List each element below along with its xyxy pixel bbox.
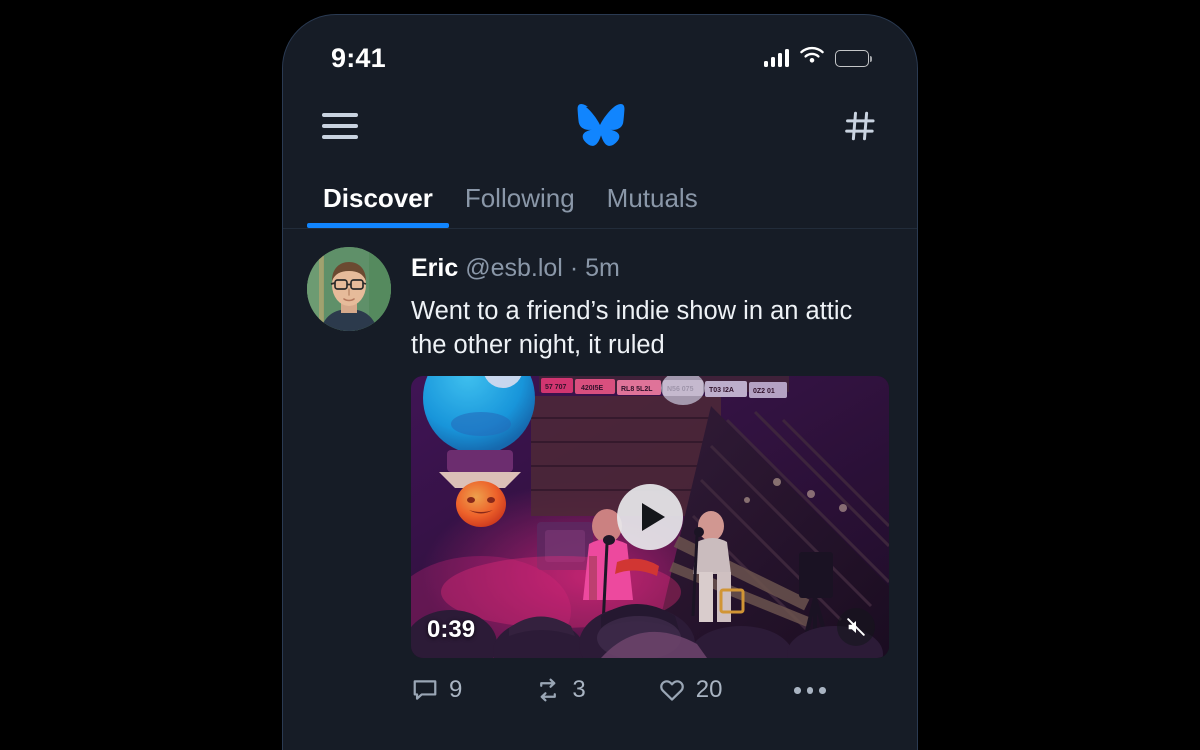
status-bar: 9:41 [283, 15, 917, 87]
heart-icon [659, 680, 684, 701]
avatar[interactable] [307, 247, 391, 331]
bluesky-butterfly-logo [367, 103, 833, 149]
status-bar-icons [764, 46, 872, 70]
cellular-bars-icon [764, 49, 789, 67]
post-item: Eric @esb.lol · 5m Went to a friend’s in… [283, 229, 917, 704]
app-header [283, 87, 917, 165]
play-triangle [641, 503, 665, 532]
post-actions: 9 3 20 [411, 658, 893, 704]
repost-count: 3 [572, 676, 586, 704]
like-count: 20 [695, 676, 723, 704]
header-separator: · [569, 254, 579, 282]
avatar-image [307, 247, 391, 331]
repost-icon [540, 678, 557, 702]
wifi-icon [799, 46, 825, 70]
ellipsis-icon [794, 687, 826, 694]
feed-tabs: Discover Following Mutuals [283, 165, 917, 229]
video-player[interactable]: 57 707 420I5E RL8 5L2L N56 075 T03 I2A 0… [411, 376, 889, 659]
video-duration: 0:39 [427, 616, 476, 644]
tab-discover[interactable]: Discover [307, 183, 449, 228]
repost-button[interactable]: 3 [534, 676, 586, 704]
author-handle[interactable]: @esb.lol [465, 254, 563, 282]
more-options-button[interactable] [794, 687, 826, 694]
status-bar-time: 9:41 [331, 42, 386, 73]
reply-button[interactable]: 9 [411, 676, 462, 704]
tab-mutuals[interactable]: Mutuals [591, 183, 714, 228]
butterfly-glyph [577, 103, 625, 146]
screenshot-canvas: 9:41 Discover Following Mutuals Eric @es… [0, 0, 1200, 750]
tab-following[interactable]: Following [449, 183, 591, 228]
mute-glyph [847, 618, 865, 637]
phone-device-frame: 9:41 Discover Following Mutuals Eric @es… [282, 14, 918, 750]
hashtag-icon[interactable] [833, 99, 887, 153]
post-text: Went to a friend’s indie show in an atti… [411, 297, 853, 359]
post-body: Eric @esb.lol · 5m Went to a friend’s in… [411, 247, 893, 704]
battery-full-icon [835, 49, 872, 67]
post-timestamp: 5m [585, 254, 620, 282]
reply-count: 9 [449, 676, 463, 704]
play-icon[interactable] [617, 484, 683, 551]
like-button[interactable]: 20 [658, 676, 723, 704]
post-header: Eric @esb.lol · 5m [411, 253, 893, 283]
hamburger-menu-icon[interactable] [313, 99, 367, 153]
author-name[interactable]: Eric [411, 254, 458, 282]
comment-icon [413, 680, 437, 701]
